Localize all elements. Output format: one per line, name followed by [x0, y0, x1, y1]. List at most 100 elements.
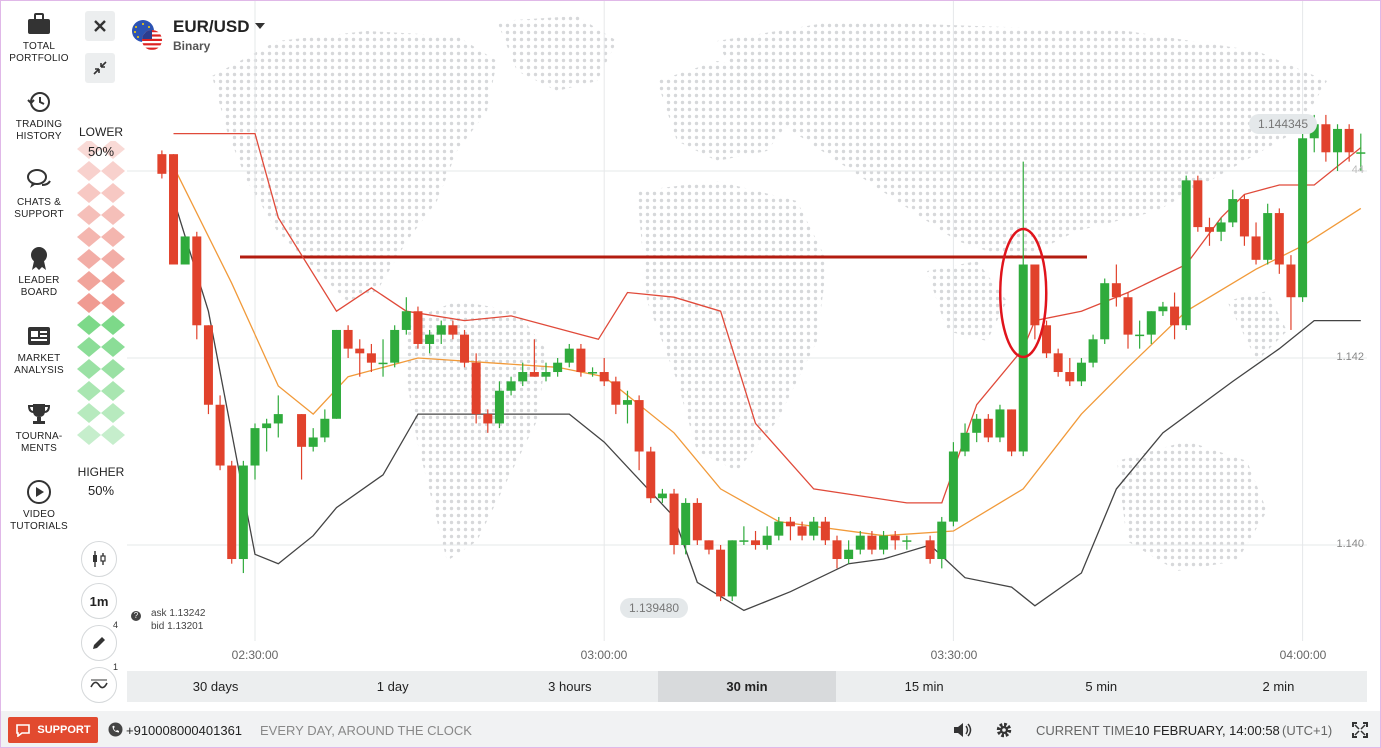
candle[interactable] — [1286, 255, 1296, 330]
help-icon[interactable]: ? — [131, 611, 141, 621]
candle[interactable] — [320, 409, 330, 443]
candle[interactable] — [751, 530, 761, 550]
candle[interactable] — [215, 395, 225, 471]
drawing-tools-button[interactable]: 4 — [81, 620, 118, 661]
candle[interactable] — [1274, 208, 1284, 274]
candle[interactable] — [471, 353, 481, 424]
period-1-day[interactable]: 1 day — [304, 671, 481, 702]
candle[interactable] — [832, 535, 842, 569]
candle[interactable] — [1146, 311, 1156, 344]
candle[interactable] — [576, 343, 586, 377]
candle[interactable] — [331, 329, 341, 419]
support-button[interactable]: SUPPORT — [8, 717, 98, 743]
candle[interactable] — [1135, 320, 1145, 349]
candle[interactable] — [669, 488, 679, 555]
candle[interactable] — [250, 423, 260, 480]
candle[interactable] — [1344, 124, 1354, 162]
candle[interactable] — [855, 530, 865, 555]
candle[interactable] — [1298, 133, 1308, 302]
candle[interactable] — [1088, 334, 1098, 368]
gear-icon[interactable] — [995, 721, 1013, 739]
candle[interactable] — [1239, 194, 1249, 246]
sidebar-item-trading-history[interactable]: TRADING HISTORY — [1, 89, 77, 143]
candle[interactable] — [611, 376, 621, 415]
candle[interactable] — [902, 535, 912, 550]
sidebar-item-market-analysis[interactable]: MARKET ANALYSIS — [1, 323, 77, 377]
candle[interactable] — [1170, 292, 1180, 340]
sidebar-item-chats-support[interactable]: CHATS & SUPPORT — [1, 167, 77, 221]
candle[interactable] — [238, 460, 248, 574]
candle[interactable] — [1181, 175, 1191, 330]
candle[interactable] — [1007, 409, 1017, 457]
candle[interactable] — [809, 516, 819, 541]
candle[interactable] — [972, 414, 982, 443]
candle[interactable] — [1065, 358, 1075, 387]
candle[interactable] — [169, 154, 179, 265]
sidebar-item-video-tutorials[interactable]: VIDEO TUTORIALS — [1, 479, 77, 533]
candle[interactable] — [227, 460, 237, 564]
candle[interactable] — [785, 516, 795, 541]
asset-name[interactable]: EUR/USD — [173, 17, 250, 37]
period-30-days[interactable]: 30 days — [127, 671, 304, 702]
candle[interactable] — [995, 404, 1005, 443]
collapse-chart-button[interactable] — [85, 53, 115, 83]
candle[interactable] — [180, 236, 190, 265]
candle[interactable] — [460, 329, 470, 368]
candle[interactable] — [343, 325, 353, 358]
candle[interactable] — [704, 540, 714, 555]
candle[interactable] — [716, 545, 726, 602]
candle[interactable] — [739, 526, 749, 545]
candle[interactable] — [564, 343, 574, 368]
candle[interactable] — [273, 395, 283, 438]
candle[interactable] — [1263, 203, 1273, 265]
volume-icon[interactable] — [953, 722, 973, 738]
candle[interactable] — [937, 516, 947, 569]
indicators-button[interactable]: 1 — [81, 662, 118, 703]
candle[interactable] — [925, 535, 935, 564]
candle[interactable] — [553, 358, 563, 377]
candle[interactable] — [1111, 264, 1121, 307]
candle[interactable] — [948, 442, 958, 527]
candle[interactable] — [879, 530, 889, 555]
candle[interactable] — [401, 297, 411, 335]
period-15-min[interactable]: 15 min — [836, 671, 1013, 702]
close-chart-button[interactable] — [85, 11, 115, 41]
candle[interactable] — [390, 325, 400, 368]
sidebar-item-total-portfolio[interactable]: TOTAL PORTFOLIO — [1, 11, 77, 65]
support-phone[interactable]: +910008000401361 — [126, 723, 242, 738]
candle[interactable] — [622, 390, 632, 424]
period-30-min[interactable]: 30 min — [658, 671, 836, 702]
candle[interactable] — [297, 414, 307, 480]
candle[interactable] — [646, 446, 656, 503]
candle[interactable] — [366, 343, 376, 373]
candle[interactable] — [1076, 358, 1086, 387]
candle[interactable] — [599, 358, 609, 387]
sidebar-item-leader-board[interactable]: LEADER BOARD — [1, 245, 77, 299]
sidebar-item-tournaments[interactable]: TOURNA- MENTS — [1, 401, 77, 455]
candle[interactable] — [762, 526, 772, 550]
candle[interactable] — [844, 540, 854, 564]
candle[interactable] — [983, 414, 993, 443]
candle[interactable] — [1053, 348, 1063, 377]
candle[interactable] — [727, 540, 737, 602]
candle[interactable] — [1228, 189, 1238, 228]
candle[interactable] — [820, 516, 830, 545]
candle[interactable] — [192, 231, 202, 340]
candle[interactable] — [1204, 217, 1214, 246]
candle[interactable] — [692, 498, 702, 545]
candle[interactable] — [1100, 278, 1110, 344]
candle[interactable] — [1193, 175, 1203, 232]
candle[interactable] — [890, 530, 900, 550]
candle[interactable] — [308, 428, 318, 452]
period-5-min[interactable]: 5 min — [1013, 671, 1190, 702]
period-2-min[interactable]: 2 min — [1190, 671, 1367, 702]
price-chart[interactable] — [77, 1, 1381, 711]
candle[interactable] — [634, 395, 644, 471]
chart-type-button[interactable] — [81, 541, 117, 577]
candle[interactable] — [157, 150, 167, 179]
chevron-down-icon[interactable] — [255, 23, 265, 29]
candle[interactable] — [1251, 222, 1261, 265]
chart-area[interactable]: EUR/USD Binary LOWER 50% HIGHER 50% 1m 4… — [77, 1, 1381, 711]
timeframe-button[interactable]: 1m — [81, 583, 117, 619]
fullscreen-icon[interactable] — [1352, 722, 1368, 738]
